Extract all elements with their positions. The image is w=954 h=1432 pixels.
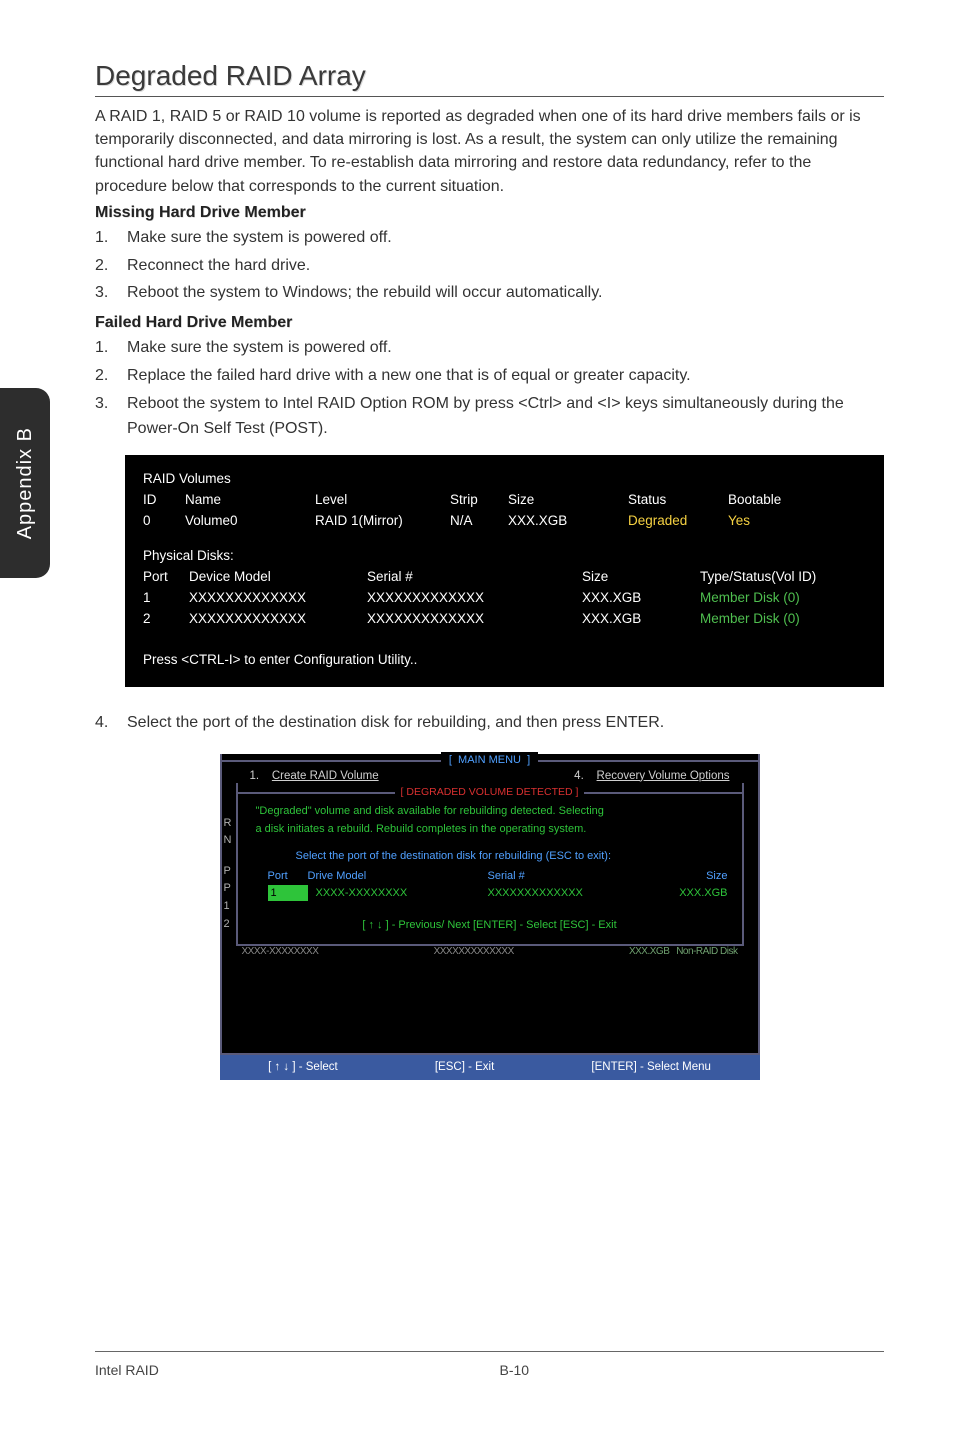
grey-overflow-row: XXXX-XXXXXXXXXXXXXXXXXXXXXXXX.XGB Non-RA…: [222, 944, 758, 959]
missing-steps: 1.Make sure the system is powered off. 2…: [95, 226, 884, 306]
failed-step-1: Make sure the system is powered off.: [127, 336, 884, 361]
dialog-disk-row[interactable]: 1 XXXX-XXXXXXXX XXXXXXXXXXXXX XXX.XGB: [248, 885, 732, 902]
footer-hint-exit: [ESC] - Exit: [435, 1059, 494, 1076]
raid-rom-box: RAID Volumes ID Name Level Strip Size St…: [125, 455, 884, 686]
footer-page-number: B-10: [490, 1362, 885, 1378]
footer-hint-select: [ ↑ ↓ ] - Select: [268, 1059, 338, 1076]
page-title: Degraded RAID Array: [95, 60, 884, 97]
failed-step-3: Reboot the system to Intel RAID Option R…: [127, 392, 884, 442]
step-4-text: Select the port of the destination disk …: [127, 711, 884, 736]
step-4: 4.Select the port of the destination dis…: [95, 711, 884, 736]
menu-opt-recovery[interactable]: Recovery Volume Options: [597, 770, 730, 782]
sidebar-tab: Appendix B: [0, 388, 50, 578]
dialog-line-2: a disk initiates a rebuild. Rebuild comp…: [248, 821, 732, 838]
menu-opt-create-raid[interactable]: Create RAID Volume: [272, 770, 379, 782]
failed-step-2: Replace the failed hard drive with a new…: [127, 364, 884, 389]
dialog-select-port: Select the port of the destination disk …: [256, 848, 732, 865]
raid-volume-row: 0 Volume0 RAID 1(Mirror) N/A XXX.XGB Deg…: [143, 511, 866, 532]
disk-status-member: Member Disk (0): [700, 588, 800, 609]
physical-disks-header: Port Device Model Serial # Size Type/Sta…: [143, 567, 866, 588]
missing-step-3: Reboot the system to Windows; the rebuil…: [127, 281, 884, 306]
degraded-dialog-title: [ DEGRADED VOLUME DETECTED ]: [395, 785, 585, 801]
disk-row: 1 XXXXXXXXXXXXX XXXXXXXXXXXXX XXX.XGB Me…: [143, 588, 866, 609]
status-degraded: Degraded: [628, 511, 728, 532]
degraded-dialog: [ DEGRADED VOLUME DETECTED ] "Degraded" …: [236, 783, 744, 946]
menu-footer-bar: [ ↑ ↓ ] - Select [ESC] - Exit [ENTER] - …: [220, 1055, 760, 1080]
intro-paragraph: A RAID 1, RAID 5 or RAID 10 volume is re…: [95, 105, 884, 198]
press-ctrl-i-label: Press <CTRL-I> to enter Configuration Ut…: [143, 650, 866, 671]
page-footer: Intel RAID B-10: [95, 1351, 884, 1378]
failed-steps: 1.Make sure the system is powered off. 2…: [95, 336, 884, 441]
physical-disks-label: Physical Disks:: [143, 546, 866, 567]
disk-row: 2 XXXXXXXXXXXXX XXXXXXXXXXXXX XXX.XGB Me…: [143, 609, 866, 630]
footer-left: Intel RAID: [95, 1362, 490, 1378]
dialog-columns: Port Drive Model Serial # Size: [248, 868, 732, 885]
footer-hint-enter: [ENTER] - Select Menu: [591, 1059, 711, 1076]
failed-heading: Failed Hard Drive Member: [95, 314, 884, 332]
main-menu-title: [ MAIN MENU ]: [441, 752, 538, 769]
dialog-hints: [ ↑ ↓ ] - Previous/ Next [ENTER] - Selec…: [248, 917, 732, 934]
sidebar-tab-label: Appendix B: [14, 427, 37, 539]
missing-step-1: Make sure the system is powered off.: [127, 226, 884, 251]
bootable-yes: Yes: [728, 511, 808, 532]
disk-status-member: Member Disk (0): [700, 609, 800, 630]
raid-volumes-header: ID Name Level Strip Size Status Bootable: [143, 490, 866, 511]
dialog-line-1: "Degraded" volume and disk available for…: [248, 803, 732, 820]
missing-step-2: Reconnect the hard drive.: [127, 254, 884, 279]
missing-heading: Missing Hard Drive Member: [95, 204, 884, 222]
bios-menu-box: [ MAIN MENU ] 1. Create RAID Volume 4. R…: [220, 754, 760, 1081]
raid-volumes-label: RAID Volumes: [143, 469, 866, 490]
